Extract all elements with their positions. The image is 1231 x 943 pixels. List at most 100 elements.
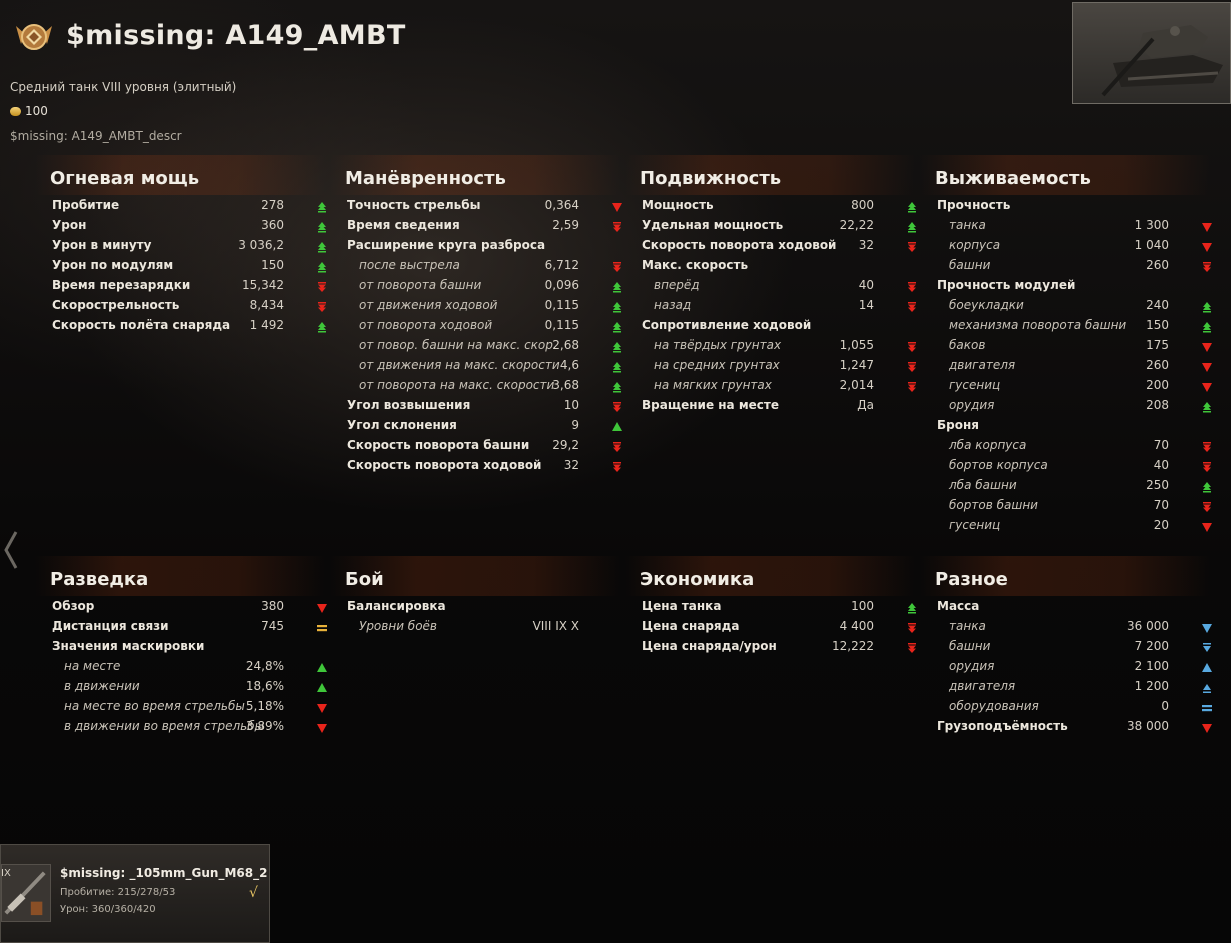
module-penetration: Пробитие: 215/278/53	[60, 887, 176, 898]
stat-label: Мощность	[642, 198, 714, 212]
stat-value: 32	[858, 238, 874, 252]
stat-label: башни	[949, 639, 991, 653]
arrow-down-icon	[316, 702, 328, 714]
stat-row: гусениц 20	[935, 515, 1225, 535]
stat-value: 4 400	[839, 619, 874, 633]
gold-coin-icon	[10, 106, 21, 116]
section-firepower: Огневая мощь Пробитие 278 Урон 360 Урон в ми…	[35, 155, 340, 335]
stat-label: на месте	[64, 659, 121, 673]
stat-row: назад 14	[640, 295, 930, 315]
arrow-up-icon	[316, 321, 328, 333]
stat-label: танка	[949, 218, 986, 232]
stat-row: Урон по модулям 150	[50, 255, 340, 275]
stat-label: лба башни	[949, 478, 1017, 492]
stat-label: Урон по модулям	[52, 258, 174, 272]
stat-label: Масса	[937, 599, 980, 613]
stat-row: механизма поворота башни 150	[935, 315, 1225, 335]
equal-icon	[316, 622, 328, 634]
price-value: 100	[25, 104, 48, 118]
stat-label: Цена танка	[642, 599, 722, 613]
stat-row: Дистанция связи 745	[50, 616, 340, 636]
stat-value: 175	[1146, 338, 1169, 352]
arrow-down-icon	[1201, 361, 1213, 373]
stat-row: бортов башни 70	[935, 495, 1225, 515]
arrow-up-icon	[611, 321, 623, 333]
stat-value: 22,22	[839, 218, 874, 232]
stat-value: 800	[851, 198, 874, 212]
stat-label: корпуса	[949, 238, 1001, 252]
stat-row: от движения ходовой 0,115	[345, 295, 635, 315]
stat-row: в движении 18,6%	[50, 676, 340, 696]
arrow-down-icon	[1201, 642, 1213, 654]
arrow-up-icon	[1201, 481, 1213, 493]
stat-value: 3,89%	[245, 719, 284, 733]
stat-label: гусениц	[949, 378, 1001, 392]
arrow-down-icon	[906, 642, 918, 654]
arrow-up-icon	[316, 221, 328, 233]
stat-row: Мощность 800	[640, 195, 930, 215]
stat-value: 40	[858, 278, 874, 292]
stat-value: 2,014	[839, 378, 874, 392]
arrow-down-icon	[611, 441, 623, 453]
arrow-down-icon	[316, 722, 328, 734]
arrow-down-icon	[316, 602, 328, 614]
stat-value: 1,247	[839, 358, 874, 372]
section-title: Манёвренность	[345, 168, 506, 189]
stat-label: назад	[654, 298, 692, 312]
stat-row: боеукладки 240	[935, 295, 1225, 315]
module-damage: Урон: 360/360/420	[60, 904, 156, 915]
stat-row: Удельная мощность 22,22	[640, 215, 930, 235]
stat-label: Прочность модулей	[937, 278, 1076, 292]
section-battle: Бой Балансировка Уровни боёв VIII IX X	[330, 556, 635, 636]
arrow-up-icon	[611, 341, 623, 353]
stat-row: Уровни боёв VIII IX X	[345, 616, 635, 636]
stat-label: Вращение на месте	[642, 398, 779, 412]
arrow-up-icon	[316, 662, 328, 674]
module-card[interactable]: IX $missing: _105mm_Gun_M68_2 Пробитие: …	[0, 844, 270, 943]
section-misc: Разное Масса танка 36 000 башни 7 200 орудия 2…	[920, 556, 1225, 736]
stat-label: от движения ходовой	[359, 298, 498, 312]
stat-row: Расширение круга разброса	[345, 235, 635, 255]
stat-label: на твёрдых грунтах	[654, 338, 782, 352]
arrow-up-icon	[316, 241, 328, 253]
stat-row: Скорость поворота ходовой 32	[345, 455, 635, 475]
arrow-down-icon	[611, 401, 623, 413]
elite-badge-icon	[13, 20, 55, 54]
section-title: Огневая мощь	[50, 168, 200, 189]
stat-row: оборудования 0	[935, 696, 1225, 716]
stat-label: Время перезарядки	[52, 278, 191, 292]
previous-arrow-icon[interactable]	[2, 530, 20, 570]
stat-row: на месте 24,8%	[50, 656, 340, 676]
stat-value: 4,6	[559, 358, 579, 372]
stat-label: Время сведения	[347, 218, 460, 232]
module-tier: IX	[1, 868, 11, 879]
arrow-down-icon	[1201, 221, 1213, 233]
stat-label: от поворота на макс. скорости	[359, 378, 555, 392]
stat-row: от поворота ходовой 0,115	[345, 315, 635, 335]
stat-row: корпуса 1 040	[935, 235, 1225, 255]
stat-label: оборудования	[949, 699, 1039, 713]
arrow-up-icon	[611, 421, 623, 433]
stat-value: 40	[1153, 458, 1169, 472]
stat-row: Грузоподъёмность 38 000	[935, 716, 1225, 736]
arrow-up-icon	[1201, 321, 1213, 333]
arrow-down-icon	[906, 361, 918, 373]
stat-label: Расширение круга разброса	[347, 238, 546, 252]
stat-label: орудия	[949, 398, 995, 412]
arrow-down-icon	[611, 461, 623, 473]
section-recon: Разведка Обзор 380 Дистанция связи 745 Значе…	[35, 556, 340, 736]
vehicle-price: 100	[10, 104, 48, 118]
stat-value: 38 000	[1127, 719, 1169, 733]
stat-value: 278	[261, 198, 284, 212]
stat-row: Время сведения 2,59	[345, 215, 635, 235]
stat-label: от повор. башни на макс. скор.	[359, 338, 557, 352]
arrow-up-icon	[611, 381, 623, 393]
stat-value: 24,8%	[245, 659, 284, 673]
stat-label: Броня	[937, 418, 979, 432]
installed-check-icon: √	[249, 885, 258, 901]
arrow-up-icon	[906, 602, 918, 614]
stat-label: в движении во время стрельбы	[64, 719, 265, 733]
stat-label: Точность стрельбы	[347, 198, 481, 212]
stat-row: лба корпуса 70	[935, 435, 1225, 455]
section-economy: Экономика Цена танка 100 Цена снаряда 4 400…	[625, 556, 930, 656]
